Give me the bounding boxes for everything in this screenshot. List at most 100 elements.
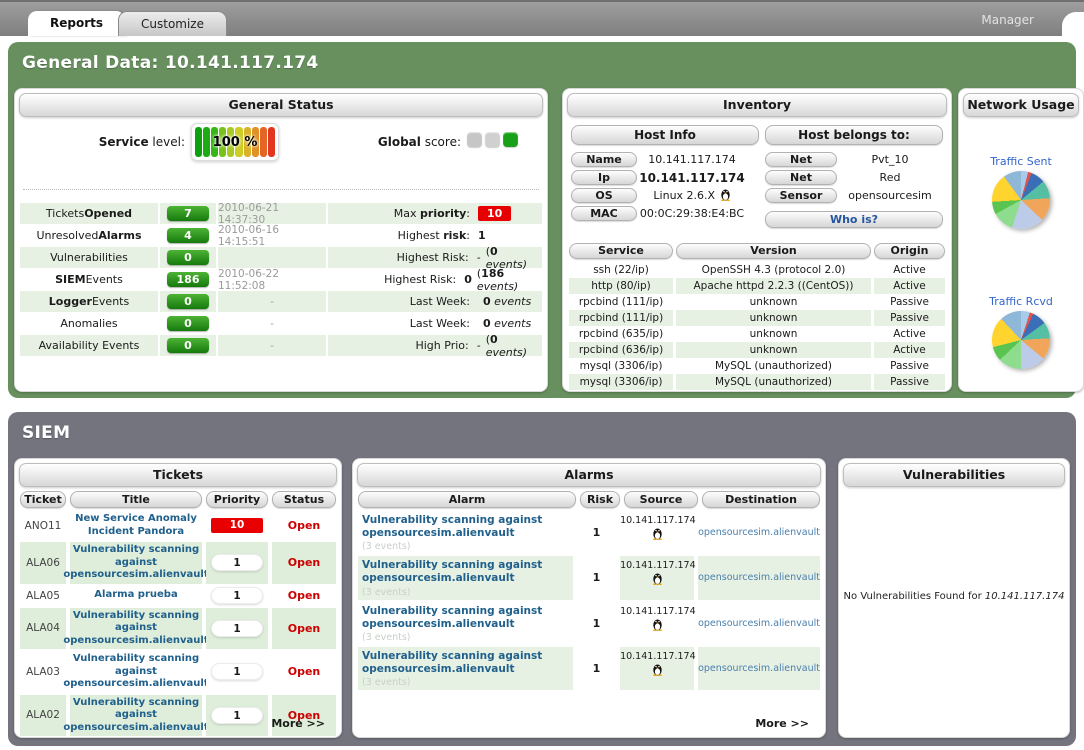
host-info-row: Name 10.141.117.174 <box>571 151 747 168</box>
alarm-title[interactable]: Vulnerability scanning against opensourc… <box>362 559 569 585</box>
alarm-cell[interactable]: Vulnerability scanning against opensourc… <box>358 602 573 645</box>
col-status[interactable]: Status <box>272 491 336 508</box>
belongs-key-button[interactable]: Sensor <box>765 188 837 203</box>
col-title[interactable]: Title <box>70 491 202 508</box>
traffic-sent-label: Traffic Sent <box>959 155 1083 168</box>
ticket-row[interactable]: ANO11 New Service Anomaly Incident Pando… <box>20 511 336 540</box>
alarm-events-count: (3 events) <box>362 677 569 688</box>
alarm-source[interactable]: 10.141.117.174 <box>620 556 694 599</box>
host-key-button[interactable]: Ip <box>571 170 637 185</box>
status-row-detail: Highest Risk: - (0 events) <box>328 247 542 268</box>
col-ticket[interactable]: Ticket <box>20 491 66 508</box>
col-destination[interactable]: Destination <box>702 491 820 508</box>
col-alarm[interactable]: Alarm <box>358 491 576 508</box>
belongs-row: Net Red <box>765 169 943 186</box>
alarm-risk: 1 <box>577 511 616 554</box>
traffic-sent-pie <box>992 171 1050 229</box>
status-row-label: SIEM Events <box>20 269 158 290</box>
alarm-risk: 1 <box>577 556 616 599</box>
service-level-label: Service level: <box>29 135 185 149</box>
alarm-title[interactable]: Vulnerability scanning against opensourc… <box>362 605 569 631</box>
host-key-button[interactable]: MAC <box>571 206 637 221</box>
alarms-header: Alarms <box>357 463 821 487</box>
service-origin: Active <box>874 262 945 278</box>
ticket-title[interactable]: Alarma prueba <box>70 586 202 606</box>
status-row-label: Vulnerabilities <box>20 247 158 268</box>
tab-customize[interactable]: Customize <box>118 11 227 36</box>
alarm-risk: 1 <box>577 647 616 690</box>
status-row-detail: Highest Risk: 0 (186 events) <box>328 269 542 290</box>
alarm-destination[interactable]: opensourcesim.alienvault <box>698 647 820 690</box>
status-row-date: - <box>218 313 326 334</box>
service-origin: Passive <box>874 358 945 374</box>
ticket-title[interactable]: Vulnerability scanning against opensourc… <box>70 608 202 650</box>
status-row-date: 2010-06-21 14:37:30 <box>218 203 326 224</box>
alarm-source[interactable]: 10.141.117.174 <box>620 602 694 645</box>
whois-button[interactable]: Who is? <box>765 211 943 228</box>
status-row: Logger Events 0 - Last Week: 0 events <box>20 291 542 312</box>
alarm-cell[interactable]: Vulnerability scanning against opensourc… <box>358 556 573 599</box>
no-vulnerabilities-message: No Vulnerabilities Found for 10.141.117.… <box>839 591 1069 602</box>
service-level-gauge: 100 % <box>191 123 279 161</box>
service-row: rpcbind (636/ip) unknown Active <box>569 342 945 358</box>
ticket-title[interactable]: Vulnerability scanning against opensourc… <box>70 542 202 584</box>
service-name: rpcbind (636/ip) <box>569 342 673 358</box>
ticket-status: Open <box>272 651 336 693</box>
host-key-button[interactable]: OS <box>571 188 637 203</box>
status-row-date: 2010-06-22 11:52:08 <box>218 269 326 290</box>
ticket-id: ALA03 <box>20 651 66 693</box>
status-row-label: Tickets Opened <box>20 203 158 224</box>
tab-reports[interactable]: Reports <box>28 11 125 36</box>
ticket-row[interactable]: ALA06 Vulnerability scanning against ope… <box>20 542 336 584</box>
alarm-cell[interactable]: Vulnerability scanning against opensourc… <box>358 647 573 690</box>
ticket-title[interactable]: New Service Anomaly Incident Pandora <box>70 511 202 540</box>
service-name: ssh (22/ip) <box>569 262 673 278</box>
alarm-destination[interactable]: opensourcesim.alienvault <box>698 511 820 554</box>
services-col-version[interactable]: Version <box>676 243 871 259</box>
col-risk[interactable]: Risk <box>580 491 620 508</box>
service-version: MySQL (unauthorized) <box>676 358 871 374</box>
global-score-squares <box>467 132 518 147</box>
belongs-key-button[interactable]: Net <box>765 170 837 185</box>
status-row-detail: Last Week: 0 events <box>328 291 542 312</box>
ticket-row[interactable]: ALA05 Alarma prueba 1 Open <box>20 586 336 606</box>
status-row-date <box>218 247 326 268</box>
ticket-id: ALA02 <box>20 695 66 737</box>
status-row-label: Logger Events <box>20 291 158 312</box>
score-square <box>467 132 482 147</box>
tickets-more-link[interactable]: More >> <box>271 717 325 730</box>
col-priority[interactable]: Priority <box>206 491 268 508</box>
service-origin: Active <box>874 342 945 358</box>
service-row: ssh (22/ip) OpenSSH 4.3 (protocol 2.0) A… <box>569 262 945 278</box>
alarm-source[interactable]: 10.141.117.174 <box>620 647 694 690</box>
belongs-row: Sensor opensourcesim <box>765 187 943 204</box>
belongs-key-button[interactable]: Net <box>765 152 837 167</box>
tickets-columns: Ticket Title Priority Status <box>20 491 336 508</box>
alarm-title[interactable]: Vulnerability scanning against opensourc… <box>362 650 569 676</box>
host-value: 10.141.117.174 <box>637 153 747 166</box>
col-source[interactable]: Source <box>624 491 698 508</box>
status-row: Anomalies 0 - Last Week: 0 events <box>20 313 542 334</box>
ticket-status: Open <box>272 542 336 584</box>
services-col-origin[interactable]: Origin <box>874 243 945 259</box>
host-key-button[interactable]: Name <box>571 152 637 167</box>
alarms-more-link[interactable]: More >> <box>755 717 809 730</box>
alarm-row: Vulnerability scanning against opensourc… <box>358 647 820 690</box>
alarm-destination[interactable]: opensourcesim.alienvault <box>698 556 820 599</box>
alarm-source[interactable]: 10.141.117.174 <box>620 511 694 554</box>
score-square <box>485 132 500 147</box>
belongs-row: Net Pvt_10 <box>765 151 943 168</box>
count-badge: 7 <box>167 206 209 221</box>
ticket-title[interactable]: Vulnerability scanning against opensourc… <box>70 651 202 693</box>
general-status-header: General Status <box>19 93 543 117</box>
alarm-cell[interactable]: Vulnerability scanning against opensourc… <box>358 511 573 554</box>
ticket-row[interactable]: ALA03 Vulnerability scanning against ope… <box>20 651 336 693</box>
ticket-row[interactable]: ALA04 Vulnerability scanning against ope… <box>20 608 336 650</box>
alarm-title[interactable]: Vulnerability scanning against opensourc… <box>362 514 569 540</box>
services-col-service[interactable]: Service <box>569 243 673 259</box>
manager-label: Manager <box>981 13 1034 27</box>
tickets-panel: Tickets Ticket Title Priority Status ANO… <box>14 458 342 738</box>
status-row-label: Unresolved Alarms <box>20 225 158 246</box>
ticket-title[interactable]: Vulnerability scanning against opensourc… <box>70 695 202 737</box>
alarm-destination[interactable]: opensourcesim.alienvault <box>698 602 820 645</box>
